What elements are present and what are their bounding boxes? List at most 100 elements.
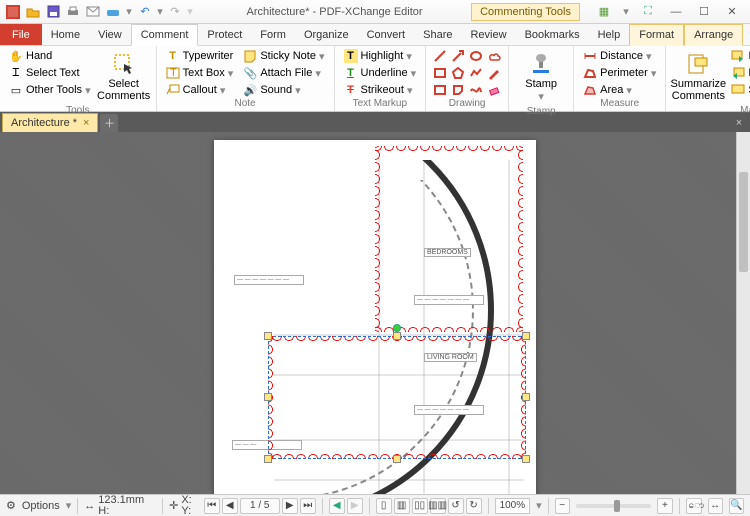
- layout-facing-cont-icon[interactable]: ▥▥: [430, 498, 446, 514]
- first-page-button[interactable]: ⏮: [204, 498, 220, 514]
- callout-tool[interactable]: Callout▾: [163, 82, 237, 98]
- minimize-button[interactable]: —: [666, 6, 686, 18]
- slider-thumb[interactable]: [614, 500, 620, 512]
- show-button[interactable]: Show▾: [728, 82, 750, 98]
- layout-single-icon[interactable]: ▯: [376, 498, 392, 514]
- open-icon[interactable]: [24, 3, 42, 21]
- prev-page-button[interactable]: ◀: [222, 498, 238, 514]
- menu-convert[interactable]: Convert: [358, 24, 415, 45]
- rect-tool-icon[interactable]: [432, 65, 448, 81]
- summarize-button[interactable]: Summarize Comments: [672, 48, 724, 105]
- add-tab-button[interactable]: ＋: [100, 114, 118, 132]
- line-tool-icon[interactable]: [432, 48, 448, 64]
- menu-organize[interactable]: Organize: [295, 24, 358, 45]
- maximize-button[interactable]: ☐: [694, 5, 714, 18]
- arrow-tool-icon[interactable]: [450, 48, 466, 64]
- tabstrip-close-icon[interactable]: ×: [730, 114, 748, 132]
- polyline-tool-icon[interactable]: [468, 65, 484, 81]
- nav-back-button[interactable]: ◀: [329, 498, 345, 514]
- import-button[interactable]: Import: [728, 48, 750, 64]
- highlight-tool[interactable]: THighlight▾: [341, 48, 420, 64]
- options-gear-icon[interactable]: ⚙: [6, 499, 16, 512]
- attach-file-tool[interactable]: 📎Attach File▾: [240, 65, 327, 81]
- perimeter-tool[interactable]: Perimeter▾: [580, 65, 659, 81]
- scrollbar-thumb[interactable]: [739, 172, 748, 272]
- strikeout-tool[interactable]: TStrikeout▾: [341, 82, 420, 98]
- polygon2-tool-icon[interactable]: [450, 82, 466, 98]
- document-tab[interactable]: Architecture * ×: [2, 113, 98, 132]
- resize-handle-e[interactable]: [522, 393, 530, 401]
- resize-handle-n[interactable]: [393, 332, 401, 340]
- ui-options-dropdown[interactable]: ▾: [622, 5, 630, 18]
- redo-icon[interactable]: ↷: [166, 3, 184, 21]
- sound-tool[interactable]: 🔊Sound▾: [240, 82, 327, 98]
- zoom-slider[interactable]: [576, 504, 652, 508]
- qat-dropdown-icon[interactable]: ▾: [124, 3, 134, 21]
- print-icon[interactable]: [64, 3, 82, 21]
- file-menu[interactable]: File: [0, 24, 42, 45]
- close-tab-icon[interactable]: ×: [83, 117, 89, 129]
- vertical-scrollbar[interactable]: [736, 132, 750, 494]
- underline-tool[interactable]: TUnderline▾: [341, 65, 420, 81]
- menu-bookmarks[interactable]: Bookmarks: [516, 24, 589, 45]
- rotate-ccw-icon[interactable]: ↺: [448, 498, 464, 514]
- select-text-tool[interactable]: ᏆSelect Text: [6, 65, 94, 81]
- textbox-tool[interactable]: TText Box▾: [163, 65, 237, 81]
- rotation-handle[interactable]: [393, 324, 401, 332]
- scan-icon[interactable]: [104, 3, 122, 21]
- resize-handle-w[interactable]: [264, 393, 272, 401]
- distance-tool[interactable]: Distance▾: [580, 48, 659, 64]
- last-page-button[interactable]: ⏭: [300, 498, 316, 514]
- resize-handle-sw[interactable]: [264, 455, 272, 463]
- rect-fill-tool-icon[interactable]: [432, 82, 448, 98]
- export-button[interactable]: Export: [728, 65, 750, 81]
- menu-protect[interactable]: Protect: [198, 24, 251, 45]
- hand-tool[interactable]: ✋Hand: [6, 48, 94, 64]
- freehand-tool-icon[interactable]: [468, 82, 484, 98]
- resize-handle-ne[interactable]: [522, 332, 530, 340]
- redo-dropdown[interactable]: ▾: [186, 3, 194, 21]
- polygon-tool-icon[interactable]: [450, 65, 466, 81]
- menu-view[interactable]: View: [89, 24, 131, 45]
- menu-comment[interactable]: Comment: [131, 24, 199, 46]
- stamp-button[interactable]: Stamp▾: [515, 48, 567, 106]
- menu-share[interactable]: Share: [414, 24, 461, 45]
- ui-settings-icon[interactable]: ▦: [594, 5, 614, 18]
- zoom-out-button[interactable]: −: [555, 498, 570, 514]
- menu-help[interactable]: Help: [589, 24, 630, 45]
- close-button[interactable]: ✕: [722, 5, 742, 18]
- undo-icon[interactable]: ↶: [136, 3, 154, 21]
- zoom-region-icon[interactable]: 🔍: [729, 498, 744, 514]
- resize-handle-nw[interactable]: [264, 332, 272, 340]
- sticky-note-tool[interactable]: Sticky Note▾: [240, 48, 327, 64]
- nav-fwd-button[interactable]: ▶: [347, 498, 363, 514]
- resize-handle-s[interactable]: [393, 455, 401, 463]
- menu-form[interactable]: Form: [251, 24, 295, 45]
- page-field[interactable]: 1 / 5: [240, 498, 280, 514]
- resize-handle-se[interactable]: [522, 455, 530, 463]
- cloud-tool-icon[interactable]: [486, 48, 502, 64]
- ellipse-tool-icon[interactable]: [468, 48, 484, 64]
- email-icon[interactable]: [84, 3, 102, 21]
- next-page-button[interactable]: ▶: [282, 498, 298, 514]
- save-icon[interactable]: [44, 3, 62, 21]
- undo-dropdown[interactable]: ▾: [156, 3, 164, 21]
- menu-home[interactable]: Home: [42, 24, 89, 45]
- other-tools[interactable]: ▭Other Tools▾: [6, 82, 94, 98]
- menu-review[interactable]: Review: [461, 24, 515, 45]
- layout-continuous-icon[interactable]: ▥: [394, 498, 410, 514]
- menu-format[interactable]: Format: [629, 24, 684, 46]
- document-canvas[interactable]: BEDROOMS LIVING ROOM — — — — — — — — — —…: [0, 132, 750, 494]
- fit-icon[interactable]: ⛶: [638, 5, 658, 18]
- eraser-tool-icon[interactable]: [486, 82, 502, 98]
- fit-page-icon[interactable]: �ော: [686, 498, 702, 514]
- select-comments-button[interactable]: Select Comments: [98, 48, 150, 105]
- typewriter-tool[interactable]: TTypewriter: [163, 48, 237, 64]
- menu-arrange[interactable]: Arrange: [684, 24, 743, 46]
- area-tool[interactable]: Area▾: [580, 82, 659, 98]
- options-button[interactable]: Options: [22, 500, 60, 512]
- zoom-in-button[interactable]: +: [657, 498, 672, 514]
- rotate-cw-icon[interactable]: ↻: [466, 498, 482, 514]
- zoom-field[interactable]: 100%: [495, 498, 531, 514]
- pencil-tool-icon[interactable]: [486, 65, 502, 81]
